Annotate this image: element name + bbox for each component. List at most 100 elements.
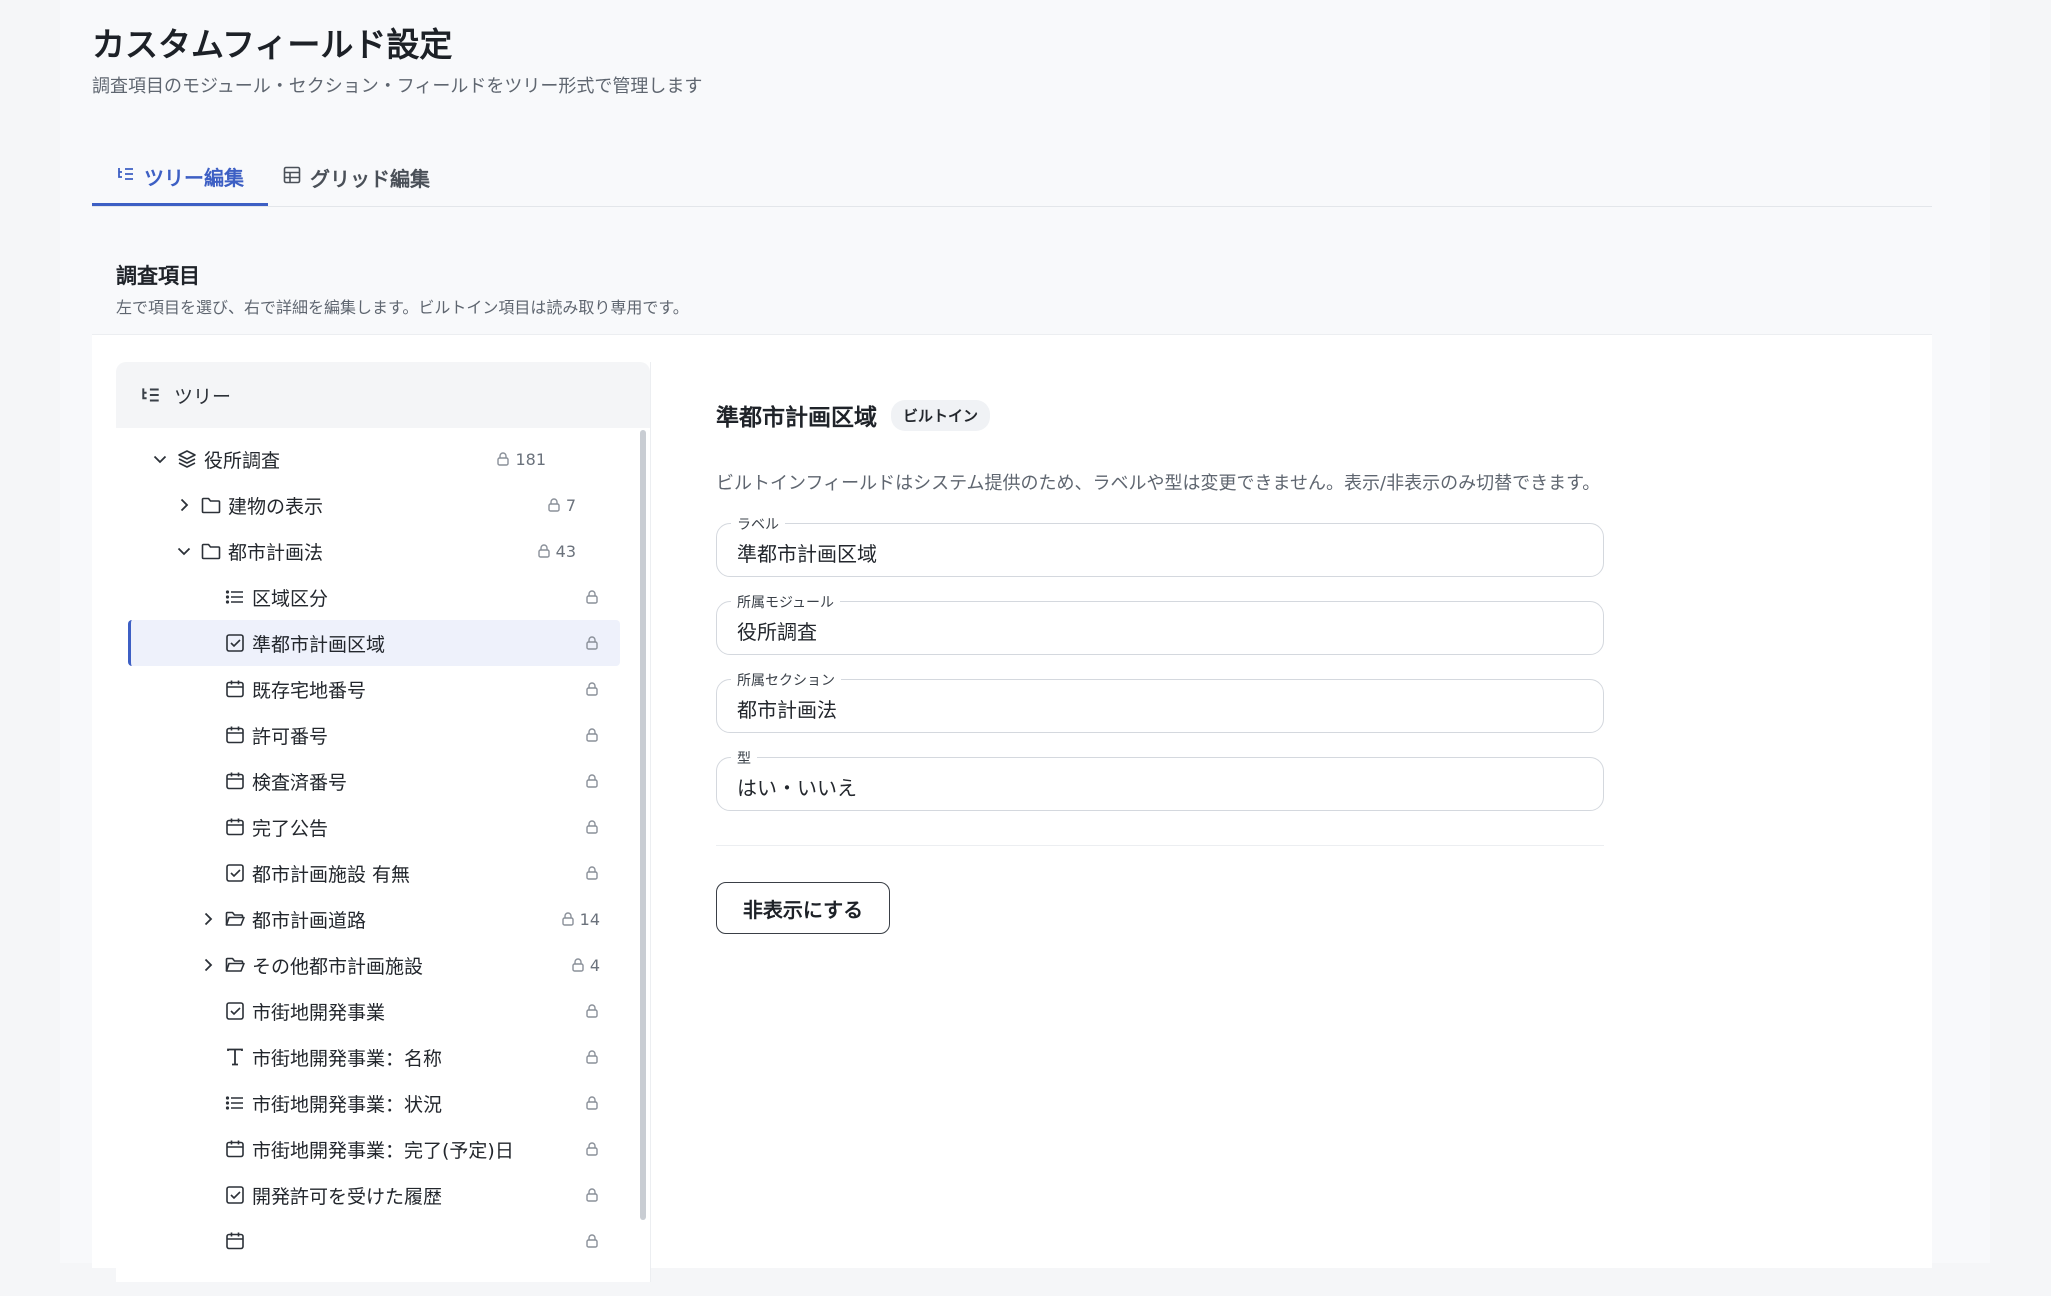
tree-item[interactable] — [128, 1218, 620, 1264]
tree-item-label: 開発許可を受けた履歴 — [252, 1185, 443, 1208]
hide-button[interactable]: 非表示にする — [716, 882, 890, 934]
tree-item-meta: 4 — [570, 956, 600, 975]
label-field[interactable]: ラベル 準都市計画区域 — [716, 514, 1604, 577]
tree-item-label: 市街地開発事業：完了(予定)日 — [252, 1139, 514, 1162]
calendar-icon — [224, 1138, 246, 1160]
lock-icon — [584, 681, 600, 697]
field-label: ラベル — [731, 514, 785, 534]
survey-items-card: 調査項目 左で項目を選び、右で詳細を編集します。ビルトイン項目は読み取り専用です… — [92, 238, 1932, 1282]
lock-icon — [584, 1141, 600, 1157]
item-count: 43 — [555, 541, 576, 561]
calendar-icon — [224, 678, 246, 700]
tree-item[interactable]: 建物の表示 7 — [128, 482, 620, 528]
field-value: はい・いいえ — [737, 776, 857, 800]
chevron-right-icon[interactable] — [198, 955, 218, 975]
checkbox-icon — [224, 1184, 246, 1206]
section-field[interactable]: 所属セクション 都市計画法 — [716, 670, 1604, 733]
tree-item-meta — [584, 589, 600, 605]
tree-item-label: 許可番号 — [252, 725, 329, 748]
tab-grid-edit[interactable]: グリッド編集 — [258, 150, 454, 204]
page-title: カスタムフィールド設定 — [92, 25, 453, 64]
tree-item-meta — [584, 727, 600, 743]
tree-item-meta — [584, 1049, 600, 1065]
detail-header: 準都市計画区域 ビルトイン — [716, 398, 1616, 432]
lock-icon — [584, 727, 600, 743]
calendar-icon — [224, 816, 246, 838]
tree-item-label: 検査済番号 — [252, 771, 348, 794]
tree-item[interactable]: その他都市計画施設 4 — [128, 942, 620, 988]
tree-item[interactable]: 市街地開発事業：状況 — [128, 1080, 620, 1126]
tree-item[interactable]: 都市計画道路 14 — [128, 896, 620, 942]
chevron-right-icon[interactable] — [174, 495, 194, 515]
module-field[interactable]: 所属モジュール 役所調査 — [716, 592, 1604, 655]
lock-icon — [584, 1187, 600, 1203]
checkbox-icon — [224, 1000, 246, 1022]
tab-label: グリッド編集 — [310, 166, 430, 191]
tree-list-icon — [140, 384, 162, 406]
tree-item-label: 市街地開発事業 — [252, 1001, 386, 1024]
tree-list: 役所調査 181 建物の表示 7 都市計画法 43 区域区分準都市計画区域既存宅地番号許可番… — [116, 436, 636, 1296]
tree-item-meta: 7 — [546, 496, 576, 515]
lock-icon — [546, 497, 562, 513]
tree-item[interactable]: 市街地開発事業 — [128, 988, 620, 1034]
field-value: 都市計画法 — [737, 698, 837, 722]
tree-item-label: 準都市計画区域 — [252, 633, 386, 656]
tree-item-meta — [584, 865, 600, 881]
detail-title: 準都市計画区域 — [716, 405, 877, 431]
field-label: 型 — [731, 748, 757, 768]
page-subtitle: 調査項目のモジュール・セクション・フィールドをツリー形式で管理します — [92, 76, 703, 97]
folder-open-icon — [224, 954, 246, 976]
tree-item-meta — [584, 1095, 600, 1111]
tree-item-meta — [584, 681, 600, 697]
lock-icon — [584, 865, 600, 881]
tree-item[interactable]: 完了公告 — [128, 804, 620, 850]
tree-item[interactable]: 開発許可を受けた履歴 — [128, 1172, 620, 1218]
tree-item-label: 市街地開発事業：名称 — [252, 1047, 443, 1070]
tree-item-label: 市街地開発事業：状況 — [252, 1093, 443, 1116]
chevron-down-icon[interactable] — [174, 541, 194, 561]
tree-item[interactable]: 既存宅地番号 — [128, 666, 620, 712]
section-title: 調査項目 — [116, 264, 200, 288]
checkbox-icon — [224, 862, 246, 884]
builtin-badge: ビルトイン — [891, 399, 991, 431]
tree-item[interactable]: 区域区分 — [128, 574, 620, 620]
grid-icon — [282, 165, 302, 190]
lock-icon — [584, 1095, 600, 1111]
lock-icon — [584, 773, 600, 789]
tree-item[interactable]: 検査済番号 — [128, 758, 620, 804]
tree-item[interactable]: 市街地開発事業：名称 — [128, 1034, 620, 1080]
lock-icon — [584, 635, 600, 651]
tree-item-label: 都市計画法 — [228, 541, 324, 564]
chevron-down-icon[interactable] — [150, 449, 170, 469]
lock-icon — [536, 543, 552, 559]
tab-tree-edit[interactable]: ツリー編集 — [92, 150, 268, 206]
type-field[interactable]: 型 はい・いいえ — [716, 748, 1604, 811]
calendar-icon — [224, 770, 246, 792]
item-count: 181 — [515, 449, 546, 469]
divider — [716, 845, 1604, 846]
tree-item[interactable]: 許可番号 — [128, 712, 620, 758]
tree-item-label: 完了公告 — [252, 817, 329, 840]
tree-header-label: ツリー — [174, 385, 232, 408]
tree-scrollbar[interactable] — [640, 430, 646, 1220]
tree-item[interactable]: 役所調査 181 — [128, 436, 620, 482]
lock-icon — [584, 819, 600, 835]
tree-item[interactable]: 市街地開発事業：完了(予定)日 — [128, 1126, 620, 1172]
item-count: 14 — [579, 909, 600, 929]
tree-item[interactable]: 都市計画法 43 — [128, 528, 620, 574]
tree-item[interactable]: 準都市計画区域 — [128, 620, 620, 666]
tree-item[interactable]: 都市計画施設 有無 — [128, 850, 620, 896]
tree-item-meta: 43 — [536, 542, 576, 561]
chevron-right-icon[interactable] — [198, 909, 218, 929]
lock-icon — [584, 1003, 600, 1019]
checkbox-icon — [224, 632, 246, 654]
lock-icon — [584, 589, 600, 605]
